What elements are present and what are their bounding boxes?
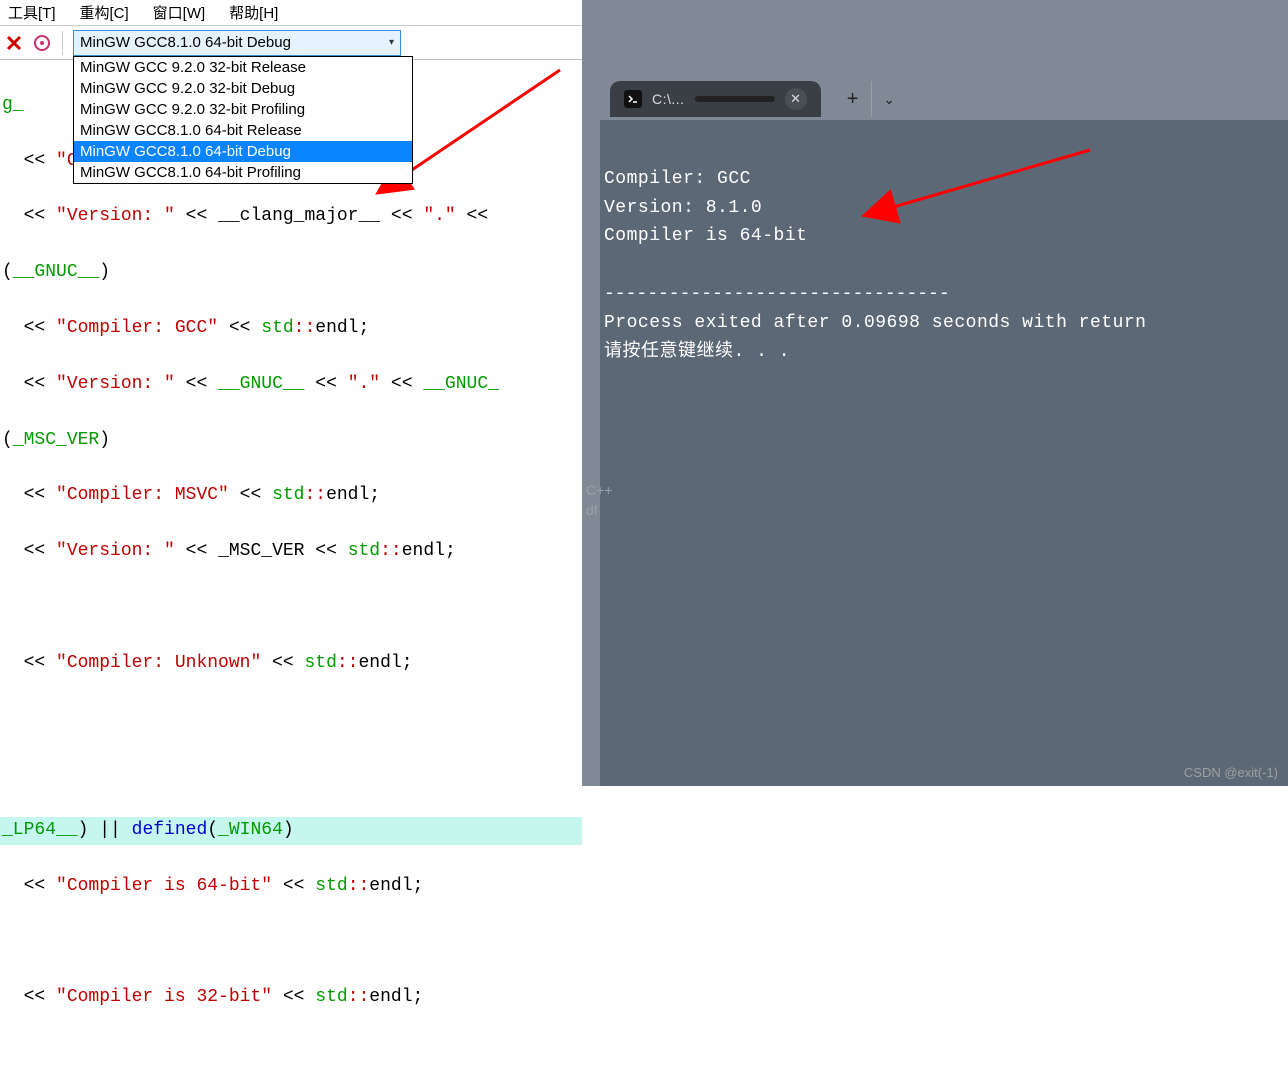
term-line: Version: 8.1.0 (604, 198, 762, 218)
term-line: Process exited after 0.09698 seconds wit… (604, 313, 1146, 333)
compiler-option[interactable]: MinGW GCC8.1.0 64-bit Debug (74, 141, 412, 162)
chevron-down-icon: ▾ (389, 37, 394, 48)
code-str: "Version: " (56, 374, 175, 394)
compiler-option[interactable]: MinGW GCC 9.2.0 32-bit Debug (74, 78, 412, 99)
redaction-bar (695, 96, 775, 102)
code-id: _MSC_VER (13, 430, 99, 450)
menu-window[interactable]: 窗口[W] (147, 0, 212, 25)
code-str: "Compiler: Unknown" (56, 653, 261, 673)
tab-dropdown-icon[interactable]: ⌄ (871, 81, 907, 117)
ide-pane: 工具[T] 重构[C] 窗口[W] 帮助[H] MinGW GCC8.1.0 6… (0, 0, 582, 786)
code-str: "Version: " (56, 541, 175, 561)
watermark: CSDN @exit(-1) (1184, 765, 1278, 780)
terminal-icon (624, 90, 642, 108)
terminal-window: C:\... ✕ + ⌄ Compiler: GCC Version: 8.1.… (600, 78, 1288, 786)
code-str: "Version: " (56, 206, 175, 226)
compiler-option[interactable]: MinGW GCC 9.2.0 32-bit Profiling (74, 99, 412, 120)
terminal-tab[interactable]: C:\... ✕ (610, 81, 821, 117)
compiler-combo-wrap: MinGW GCC8.1.0 64-bit Debug ▾ MinGW GCC … (73, 30, 401, 56)
code-str: "Compiler: GCC" (56, 318, 218, 338)
terminal-tab-title: C:\... (652, 91, 685, 107)
code-id: __GNUC__ (13, 262, 99, 282)
compiler-option[interactable]: MinGW GCC 9.2.0 32-bit Release (74, 57, 412, 78)
code-str: "Compiler: MSVC" (56, 485, 229, 505)
term-line: 请按任意键继续. . . (604, 342, 790, 362)
debug-icon[interactable] (30, 31, 54, 55)
menubar: 工具[T] 重构[C] 窗口[W] 帮助[H] (0, 0, 582, 26)
code-str: "Compiler is 32-bit" (56, 987, 272, 1007)
terminal-tabbar: C:\... ✕ + ⌄ (600, 78, 1288, 120)
code-frag: g_ (2, 95, 24, 115)
menu-tools[interactable]: 工具[T] (2, 0, 62, 25)
compiler-dropdown: MinGW GCC 9.2.0 32-bit ReleaseMinGW GCC … (73, 56, 413, 184)
terminal-output[interactable]: Compiler: GCC Version: 8.1.0 Compiler is… (600, 120, 1288, 786)
stop-icon[interactable] (2, 31, 26, 55)
term-line: Compiler is 64-bit (604, 226, 807, 246)
menu-refactor[interactable]: 重构[C] (74, 0, 135, 25)
toolbar-divider (62, 31, 63, 55)
code-str: "Compiler is 64-bit" (56, 876, 272, 896)
compiler-option[interactable]: MinGW GCC8.1.0 64-bit Release (74, 120, 412, 141)
compiler-combo[interactable]: MinGW GCC8.1.0 64-bit Debug ▾ (73, 30, 401, 56)
ghost-df: df (586, 502, 598, 518)
new-tab-button[interactable]: + (835, 81, 871, 117)
toolbar: MinGW GCC8.1.0 64-bit Debug ▾ MinGW GCC … (0, 26, 582, 60)
highlighted-line: _LP64__) || defined(_WIN64) (0, 817, 582, 845)
term-divider: -------------------------------- (604, 284, 950, 304)
compiler-combo-text: MinGW GCC8.1.0 64-bit Debug (80, 34, 291, 51)
close-icon[interactable]: ✕ (785, 88, 807, 110)
ghost-cpp: C++ (586, 482, 612, 498)
compiler-option[interactable]: MinGW GCC8.1.0 64-bit Profiling (74, 162, 412, 183)
menu-help[interactable]: 帮助[H] (223, 0, 284, 25)
code-editor[interactable]: g_ << "Compiler: Clang" << std::endl; <<… (0, 60, 582, 1068)
term-line: Compiler: GCC (604, 169, 751, 189)
